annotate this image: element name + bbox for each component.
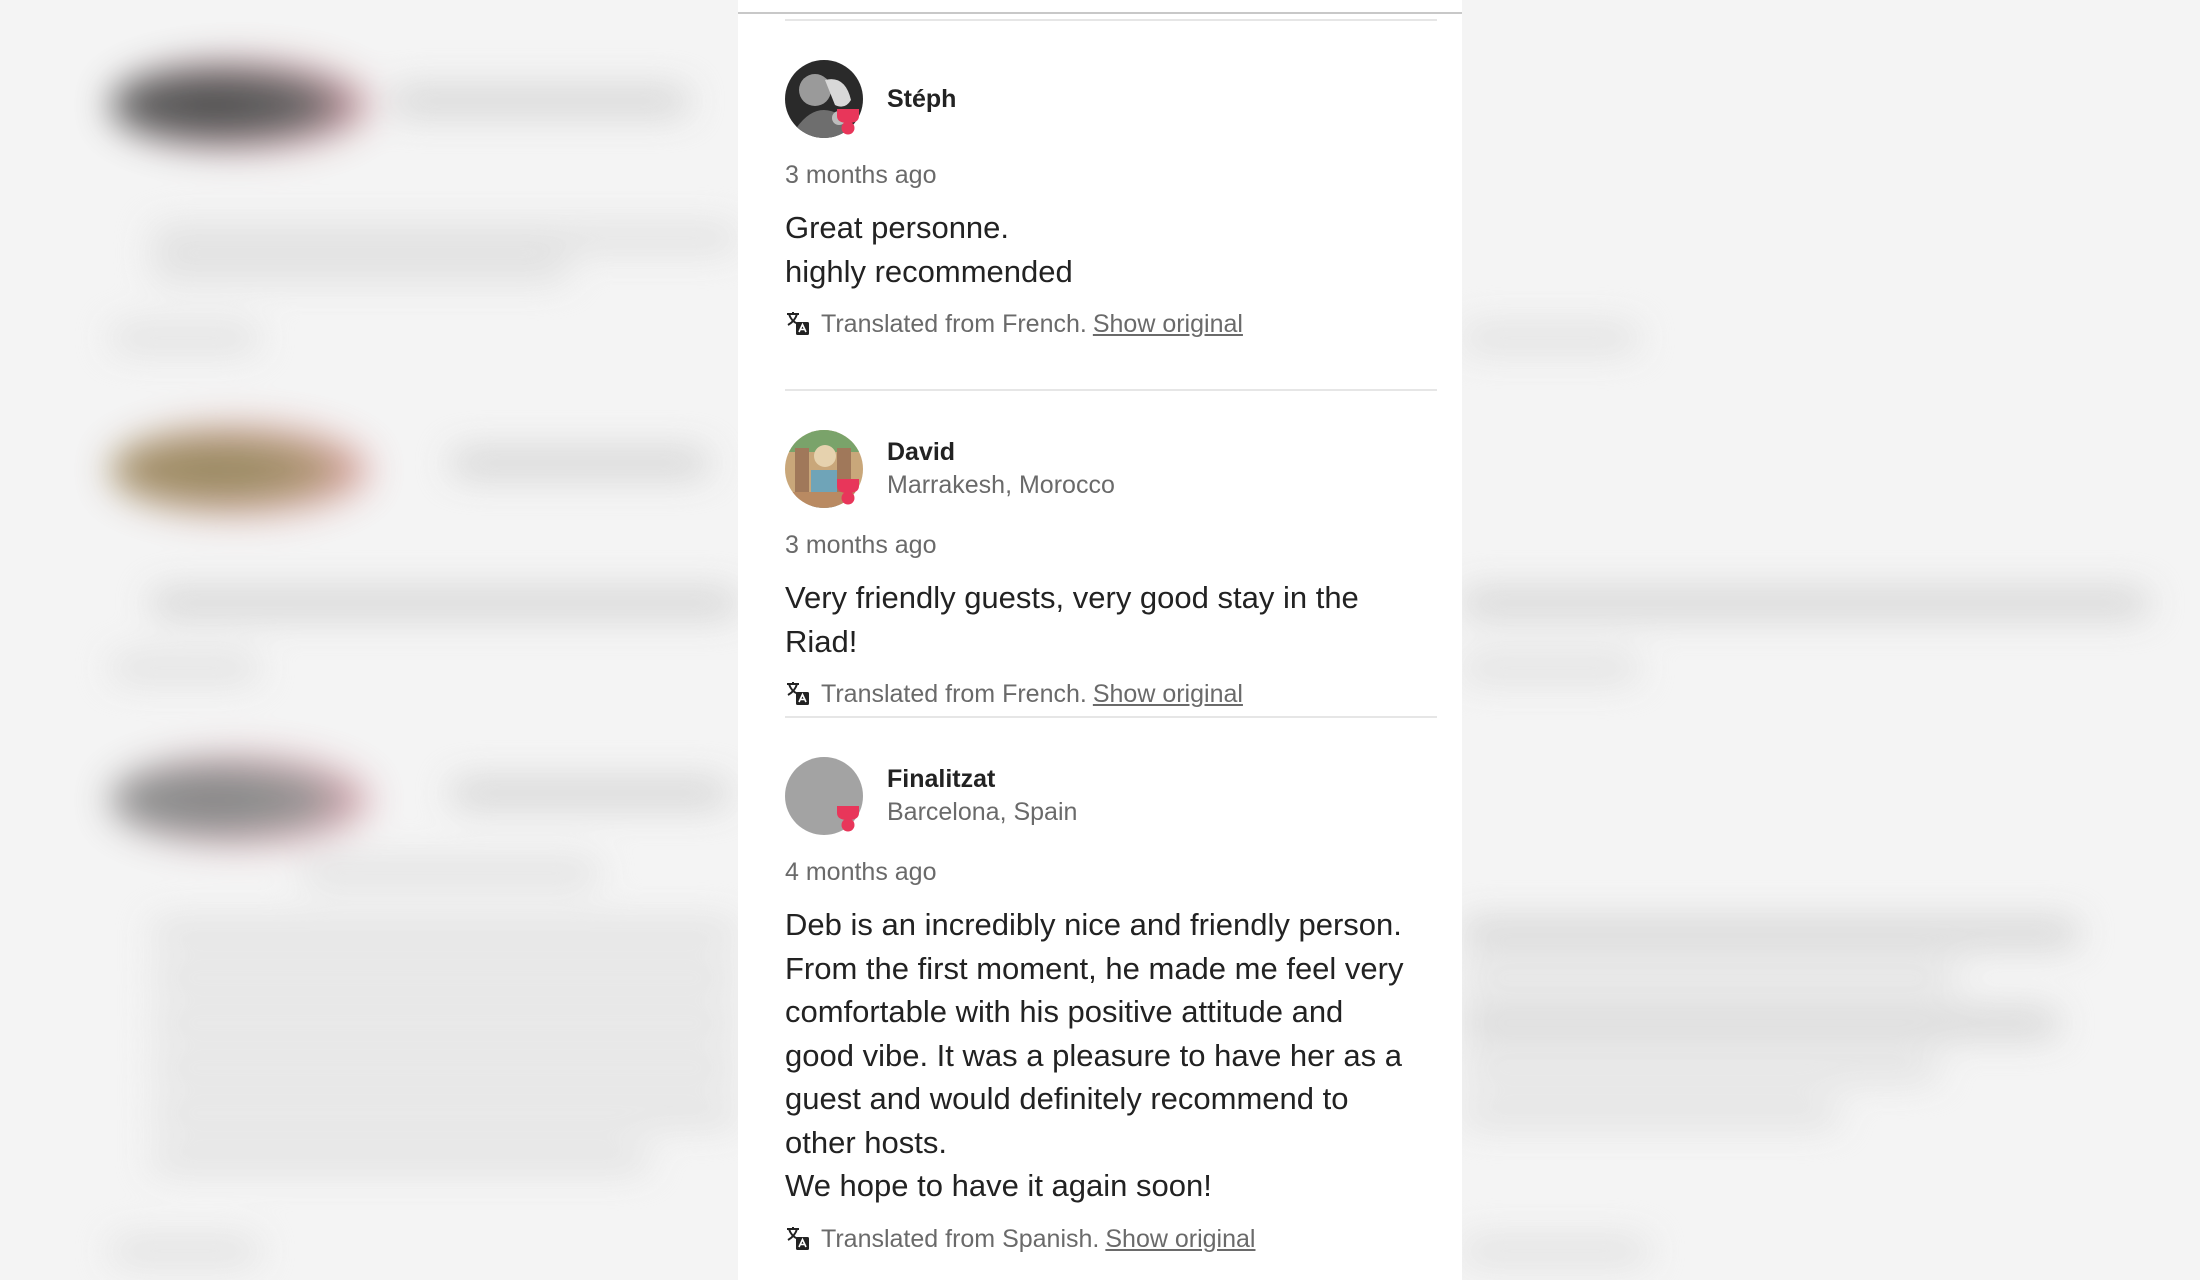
reviewer-meta: Finalitzat Barcelona, Spain <box>887 763 1077 829</box>
superhost-badge-icon <box>837 479 859 505</box>
review-date: 4 months ago <box>785 858 937 886</box>
review-text: Great personne. highly recommended <box>785 210 1073 289</box>
show-original-link[interactable]: Show original <box>1105 1222 1255 1256</box>
reviewer-header: Stéph <box>785 60 1437 138</box>
translation-label: Translated from Spanish. <box>821 1224 1100 1253</box>
avatar[interactable] <box>785 757 863 835</box>
translation-note: Translated from French. Show original <box>785 677 1437 711</box>
panel-edge <box>738 12 1462 14</box>
review-item: Stéph 3 months ago Great personne. highl… <box>785 60 1437 341</box>
reviewer-name: David <box>887 438 956 466</box>
reviewer-header: Finalitzat Barcelona, Spain <box>785 757 1437 835</box>
reviewer-location: Marrakesh, Morocco <box>887 471 1115 499</box>
translate-icon <box>787 682 809 705</box>
translation-note: Translated from French. Show original <box>785 307 1437 341</box>
superhost-badge-icon <box>837 806 859 832</box>
avatar[interactable] <box>785 430 863 508</box>
translate-icon <box>787 312 809 335</box>
review-date: 3 months ago <box>785 531 937 559</box>
reviewer-header: David Marrakesh, Morocco <box>785 430 1437 508</box>
reviewer-meta: David Marrakesh, Morocco <box>887 436 1115 502</box>
superhost-badge-icon <box>837 109 859 135</box>
review-divider <box>785 716 1437 718</box>
reviewer-meta: Stéph <box>887 83 956 115</box>
avatar[interactable] <box>785 60 863 138</box>
translation-label: Translated from French. <box>821 680 1087 708</box>
review-date: 3 months ago <box>785 161 937 189</box>
review-divider <box>785 389 1437 391</box>
translation-note: Translated from Spanish. Show original <box>785 1222 1437 1256</box>
translation-label: Translated from French. <box>821 310 1087 338</box>
review-item: David Marrakesh, Morocco 3 months ago Ve… <box>785 430 1437 711</box>
show-original-link[interactable]: Show original <box>1093 677 1243 711</box>
reviewer-name: Stéph <box>887 85 957 113</box>
reviewer-location: Barcelona, Spain <box>887 798 1078 826</box>
show-original-link[interactable]: Show original <box>1093 307 1243 341</box>
reviews-panel[interactable]: Stéph 3 months ago Great personne. highl… <box>738 0 1462 1280</box>
review-text: Deb is an incredibly nice and friendly p… <box>785 907 1404 1203</box>
translate-icon <box>787 1226 809 1250</box>
review-text: Very friendly guests, very good stay in … <box>785 580 1359 659</box>
review-divider <box>785 19 1437 21</box>
review-item: Finalitzat Barcelona, Spain 4 months ago… <box>785 757 1437 1256</box>
reviewer-name: Finalitzat <box>887 765 996 793</box>
